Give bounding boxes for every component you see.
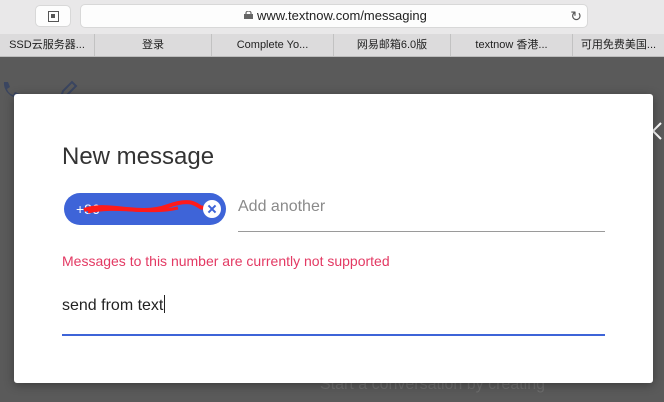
sidebar-toggle-button[interactable]: [35, 5, 71, 27]
address-bar[interactable]: www.textnow.com/messaging ↻: [80, 4, 588, 28]
recipient-chip[interactable]: +86: [64, 193, 226, 225]
bookmark-item[interactable]: Complete Yo...: [212, 34, 334, 56]
bookmark-item[interactable]: 可用免费美国...: [573, 34, 664, 56]
sidebar-icon: [48, 11, 59, 22]
remove-recipient-icon[interactable]: [203, 200, 221, 218]
lock-icon: [244, 11, 253, 19]
add-recipient-placeholder: Add another: [238, 198, 326, 215]
error-message: Messages to this number are currently no…: [62, 253, 390, 269]
bookmark-item[interactable]: 登录: [95, 34, 212, 56]
message-text: send from text: [62, 297, 164, 314]
bookmark-item[interactable]: SSD云服务器...: [0, 34, 95, 56]
reload-icon[interactable]: ↻: [570, 8, 582, 25]
redaction-scribble: [83, 200, 206, 214]
message-input[interactable]: send from text: [62, 284, 605, 336]
new-message-dialog: New message +86 Add another Messages to …: [14, 94, 653, 383]
bookmark-item[interactable]: 网易邮箱6.0版: [334, 34, 451, 56]
text-caret: [164, 295, 166, 313]
add-recipient-field[interactable]: Add another: [238, 193, 605, 232]
browser-toolbar: www.textnow.com/messaging ↻: [0, 0, 664, 35]
bookmark-item[interactable]: textnow 香港...: [451, 34, 573, 56]
bookmarks-bar: SSD云服务器... 登录 Complete Yo... 网易邮箱6.0版 te…: [0, 34, 664, 57]
dialog-title: New message: [62, 143, 215, 170]
url-text: www.textnow.com/messaging: [257, 8, 427, 23]
